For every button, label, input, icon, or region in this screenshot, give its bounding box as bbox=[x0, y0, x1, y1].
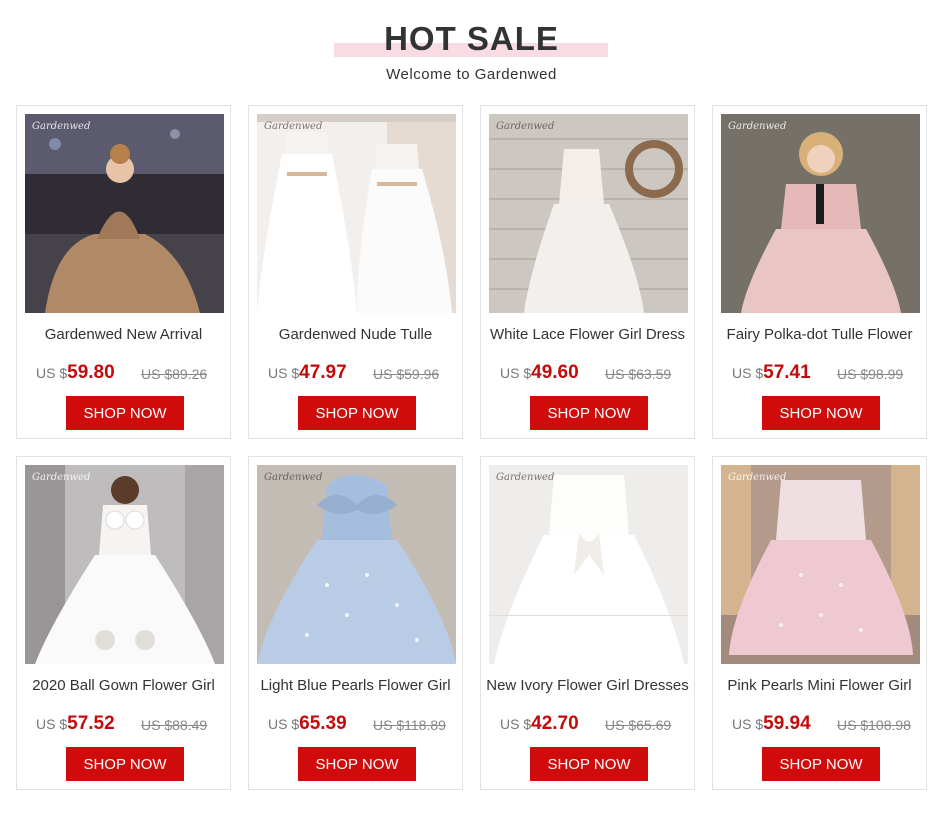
shop-now-button[interactable]: SHOP NOW bbox=[762, 747, 880, 781]
product-card: Gardenwed Gardenwed New Arrival US $59.8… bbox=[16, 105, 231, 439]
product-name[interactable]: White Lace Flower Girl Dress bbox=[481, 326, 694, 343]
price-row: US $47.97 US $59.96 bbox=[249, 362, 462, 386]
sale-price: US $59.94 bbox=[732, 713, 811, 734]
sale-price: US $57.41 bbox=[732, 362, 811, 383]
sale-price: US $59.80 bbox=[36, 362, 115, 383]
product-name[interactable]: Pink Pearls Mini Flower Girl bbox=[713, 677, 926, 694]
price-row: US $57.41 US $98.99 bbox=[713, 362, 926, 386]
original-price: US $59.96 bbox=[373, 366, 440, 382]
product-name[interactable]: Gardenwed Nude Tulle bbox=[249, 326, 462, 343]
product-card: Gardenwed New Ivory Flower Girl Dresses … bbox=[480, 456, 695, 790]
sale-price: US $47.97 bbox=[268, 362, 347, 383]
price-row: US $65.39 US $118.89 bbox=[249, 713, 462, 737]
original-price: US $89.26 bbox=[141, 366, 208, 382]
product-card: Gardenwed Pink Pearls Mini Flower Girl U… bbox=[712, 456, 927, 790]
product-name[interactable]: Light Blue Pearls Flower Girl bbox=[249, 677, 462, 694]
section-subtitle: Welcome to Gardenwed bbox=[386, 66, 557, 83]
product-card: Gardenwed 2020 Ball Gown Flower Girl US … bbox=[16, 456, 231, 790]
product-image[interactable]: Gardenwed bbox=[25, 114, 224, 313]
product-name[interactable]: Gardenwed New Arrival bbox=[17, 326, 230, 343]
product-name[interactable]: 2020 Ball Gown Flower Girl bbox=[17, 677, 230, 694]
sale-price: US $57.52 bbox=[36, 713, 115, 734]
product-card: Gardenwed Light Blue Pearls Flower Girl … bbox=[248, 456, 463, 790]
price-row: US $59.94 US $108.98 bbox=[713, 713, 926, 737]
product-image[interactable]: Gardenwed bbox=[721, 465, 920, 664]
product-card: Gardenwed White Lace Flower Girl Dress U… bbox=[480, 105, 695, 439]
product-image[interactable]: Gardenwed bbox=[489, 465, 688, 664]
shop-now-button[interactable]: SHOP NOW bbox=[530, 747, 648, 781]
product-image[interactable]: Gardenwed bbox=[257, 465, 456, 664]
product-image[interactable]: Gardenwed bbox=[257, 114, 456, 313]
product-image[interactable]: Gardenwed bbox=[489, 114, 688, 313]
section-header: HOT SALE Welcome to Gardenwed bbox=[0, 0, 943, 100]
shop-now-button[interactable]: SHOP NOW bbox=[298, 396, 416, 430]
shop-now-button[interactable]: SHOP NOW bbox=[530, 396, 648, 430]
price-row: US $42.70 US $65.69 bbox=[481, 713, 694, 737]
product-image[interactable]: Gardenwed bbox=[721, 114, 920, 313]
price-row: US $59.80 US $89.26 bbox=[17, 362, 230, 386]
shop-now-button[interactable]: SHOP NOW bbox=[66, 396, 184, 430]
product-name[interactable]: Fairy Polka-dot Tulle Flower bbox=[713, 326, 926, 343]
original-price: US $98.99 bbox=[837, 366, 904, 382]
original-price: US $108.98 bbox=[837, 717, 911, 733]
original-price: US $63.59 bbox=[605, 366, 672, 382]
sale-price: US $65.39 bbox=[268, 713, 347, 734]
original-price: US $88.49 bbox=[141, 717, 208, 733]
product-name[interactable]: New Ivory Flower Girl Dresses bbox=[481, 677, 694, 694]
original-price: US $118.89 bbox=[373, 717, 446, 733]
section-title: HOT SALE bbox=[384, 20, 559, 57]
price-row: US $57.52 US $88.49 bbox=[17, 713, 230, 737]
product-card: Gardenwed Fairy Polka-dot Tulle Flower U… bbox=[712, 105, 927, 439]
price-row: US $49.60 US $63.59 bbox=[481, 362, 694, 386]
sale-price: US $42.70 bbox=[500, 713, 579, 734]
sale-price: US $49.60 bbox=[500, 362, 579, 383]
product-card: Gardenwed Gardenwed Nude Tulle US $47.97… bbox=[248, 105, 463, 439]
shop-now-button[interactable]: SHOP NOW bbox=[66, 747, 184, 781]
shop-now-button[interactable]: SHOP NOW bbox=[298, 747, 416, 781]
original-price: US $65.69 bbox=[605, 717, 672, 733]
product-grid: Gardenwed Gardenwed New Arrival US $59.8… bbox=[16, 105, 928, 790]
shop-now-button[interactable]: SHOP NOW bbox=[762, 396, 880, 430]
product-image[interactable]: Gardenwed bbox=[25, 465, 224, 664]
